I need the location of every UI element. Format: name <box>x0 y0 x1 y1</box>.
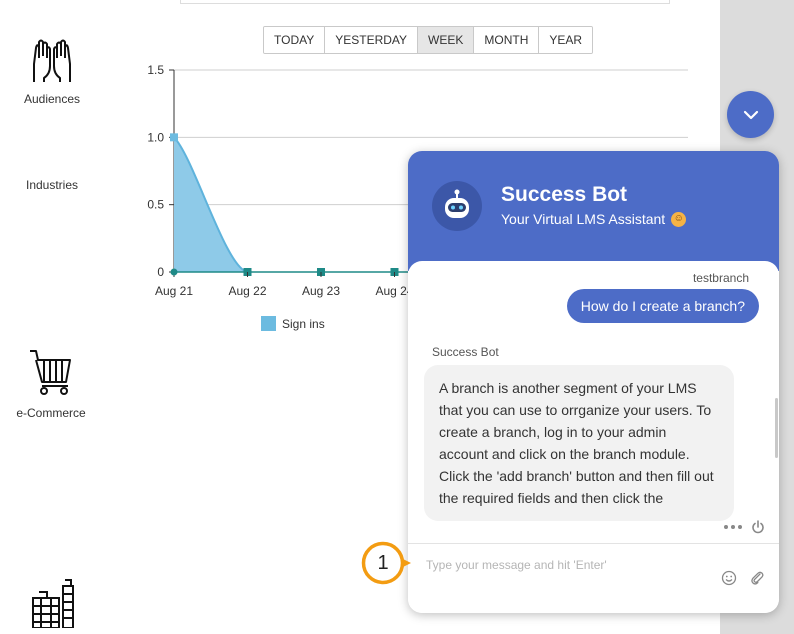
chat-subtitle: Your Virtual LMS Assistant <box>501 211 666 227</box>
chevron-down-icon <box>743 110 758 119</box>
smiling-face-icon: ☺ <box>671 211 687 227</box>
chat-messages: testbranch How do I create a branch? Suc… <box>408 261 779 533</box>
step-callout: 1 <box>361 541 411 585</box>
nav-item-buildings[interactable] <box>24 578 80 628</box>
chat-toolbar <box>723 520 765 534</box>
bot-message-bubble: A branch is another segment of your LMS … <box>424 365 734 521</box>
y-tick-label: 1.0 <box>147 130 164 144</box>
x-tick-label: Aug 21 <box>155 284 193 298</box>
user-message-bubble: How do I create a branch? <box>566 289 759 323</box>
more-options-icon[interactable] <box>723 524 743 530</box>
nav-label-ecommerce: e-Commerce <box>16 406 86 420</box>
user-name-label: testbranch <box>692 271 749 285</box>
robot-icon <box>445 189 469 218</box>
nav-item-ecommerce[interactable]: e-Commerce <box>8 348 94 420</box>
raised-hands-icon <box>33 39 71 82</box>
range-month-button[interactable]: MONTH <box>474 27 540 53</box>
bot-name-label: Success Bot <box>432 345 499 359</box>
nav-item-industries[interactable]: Industries <box>14 178 90 192</box>
buildings-icon <box>32 579 74 628</box>
chat-title: Success Bot <box>501 183 628 206</box>
chat-subtitle-row: Your Virtual LMS Assistant ☺ <box>501 211 687 227</box>
x-tick-label: Aug 23 <box>302 284 340 298</box>
x-tick-label: Aug 22 <box>228 284 266 298</box>
y-tick-label: 0 <box>157 265 164 279</box>
chat-scrollbar[interactable] <box>775 398 778 458</box>
range-week-button[interactable]: WEEK <box>418 27 475 53</box>
y-tick-label: 0.5 <box>147 198 164 212</box>
chat-input-area <box>408 543 779 613</box>
legend-label: Sign ins <box>282 316 325 331</box>
page-root: Audiences Industries e-Commerce TODAY YE… <box>0 0 794 634</box>
nav-label-industries: Industries <box>25 178 79 192</box>
nav-item-audiences[interactable]: Audiences <box>14 38 90 106</box>
chat-widget: Success Bot Your Virtual LMS Assistant ☺… <box>408 151 779 613</box>
range-year-button[interactable]: YEAR <box>539 27 593 53</box>
date-range-selector: TODAY YESTERDAY WEEK MONTH YEAR <box>263 26 594 54</box>
chat-header: Success Bot Your Virtual LMS Assistant ☺ <box>408 151 779 271</box>
baseline-point <box>170 268 178 276</box>
data-point <box>170 133 178 142</box>
callout-number: 1 <box>377 551 389 574</box>
shopping-cart-icon <box>30 350 71 395</box>
bot-avatar <box>432 181 482 231</box>
nav-label-audiences: Audiences <box>23 92 81 106</box>
chart-legend: Sign ins <box>261 316 325 331</box>
chat-collapse-button[interactable] <box>727 91 774 138</box>
power-icon[interactable] <box>751 520 765 534</box>
range-yesterday-button[interactable]: YESTERDAY <box>325 27 419 53</box>
y-tick-label: 1.5 <box>147 63 164 77</box>
emoji-icon[interactable] <box>721 570 737 586</box>
chat-input-icons <box>721 570 765 586</box>
legend-swatch <box>261 316 276 331</box>
top-input-partial[interactable] <box>180 0 670 4</box>
paperclip-icon[interactable] <box>749 570 765 586</box>
chat-message-input[interactable] <box>426 554 696 576</box>
range-today-button[interactable]: TODAY <box>264 27 326 53</box>
